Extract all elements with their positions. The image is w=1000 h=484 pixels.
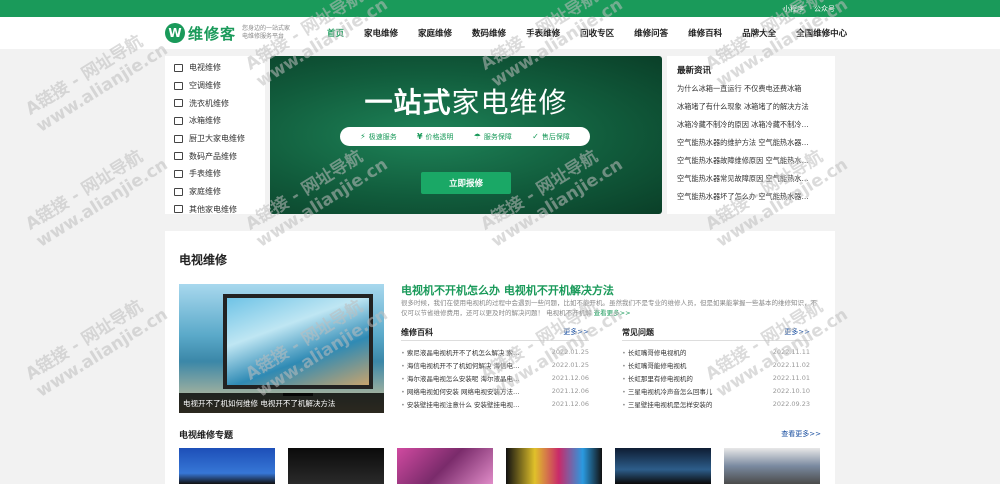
list-item[interactable]: 长虹嘴哥能修电视机2022.11.02	[622, 358, 810, 371]
shield-icon: ✓	[532, 132, 539, 141]
nav-qa[interactable]: 维修问答	[624, 27, 678, 39]
nav-home[interactable]: 首页	[317, 27, 354, 39]
wechat-official-link[interactable]: 公众号	[814, 4, 835, 14]
news-item[interactable]: 空气能热水器坏了怎么办 空气能热水器…	[677, 192, 825, 210]
other-icon	[174, 205, 183, 214]
digital-icon	[174, 152, 183, 161]
nav-digital-repair[interactable]: 数码维修	[462, 27, 516, 39]
category-panel: 电视维修 空调维修 洗衣机维修 冰箱维修 厨卫大家电维修 数码产品维修 手表维修…	[165, 56, 265, 214]
category-ac[interactable]: 空调维修	[174, 77, 265, 95]
article-title[interactable]: 电视机不开机怎么办 电视机不开机解决方法	[401, 282, 614, 298]
list-item[interactable]: 三星壁挂电视机是怎样安装的2022.09.23	[622, 397, 810, 410]
topic-thumbnail[interactable]	[288, 448, 384, 484]
tv-icon	[174, 63, 183, 72]
nav-appliance-repair[interactable]: 家电维修	[354, 27, 408, 39]
topic-thumbnail[interactable]	[615, 448, 711, 484]
hero: 电视维修 空调维修 洗衣机维修 冰箱维修 厨卫大家电维修 数码产品维修 手表维修…	[165, 56, 835, 214]
news-item[interactable]: 冰箱冷藏不制冷的原因 冰箱冷藏不制冷…	[677, 120, 825, 138]
topic-thumbnails	[179, 448, 820, 484]
faq-list-title: 常见问题	[622, 328, 654, 337]
category-other[interactable]: 其他家电维修	[174, 201, 265, 219]
wiki-more-link[interactable]: 更多>>	[563, 327, 589, 340]
news-item[interactable]: 空气能热水器的维护方法 空气能热水器…	[677, 138, 825, 156]
yen-icon: ¥	[416, 132, 423, 141]
kitchen-icon	[174, 134, 183, 143]
topic-more-link[interactable]: 查看更多>>	[781, 429, 821, 439]
wiki-list-title: 维修百科	[401, 328, 433, 337]
wiki-list: 维修百科 更多>> 索尼液晶电视机开不了机怎么解决 索…2022.01.25 海…	[401, 327, 589, 410]
banner-features: ⚡ 极速服务 ¥ 价格透明 ☂ 服务保障 ✓ 售后保障	[340, 127, 590, 146]
feature-caption[interactable]: 电视开不了机如何维修 电视开不了机解决方法	[179, 393, 384, 413]
category-washer[interactable]: 洗衣机维修	[174, 94, 265, 112]
list-item[interactable]: 海信电视机开不了机如何解决 海信电…2022.01.25	[401, 358, 589, 371]
air-conditioner-icon	[174, 81, 183, 90]
logo-slogan: 您身边的一站式家电维修服务平台	[242, 25, 291, 40]
nav-home-repair[interactable]: 家庭维修	[408, 27, 462, 39]
category-home[interactable]: 家庭维修	[174, 183, 265, 201]
fridge-icon	[174, 116, 183, 125]
category-fridge[interactable]: 冰箱维修	[174, 112, 265, 130]
category-digital[interactable]: 数码产品维修	[174, 147, 265, 165]
list-item[interactable]: 三星电视机冷声音怎么回事儿2022.10.10	[622, 384, 810, 397]
list-item[interactable]: 网络电视如何安装 网络电视安装方法…2021.12.06	[401, 384, 589, 397]
category-watch[interactable]: 手表维修	[174, 165, 265, 183]
nav-wiki[interactable]: 维修百科	[678, 27, 732, 39]
list-item[interactable]: 海尔液晶电视怎么安装呢 海尔液晶电…2021.12.06	[401, 371, 589, 384]
logo[interactable]: W 维修客 您身边的一站式家电维修服务平台	[165, 23, 317, 44]
washing-machine-icon	[174, 99, 183, 108]
list-item[interactable]: 索尼液晶电视机开不了机怎么解决 索…2022.01.25	[401, 345, 589, 358]
news-panel: 最新资讯 为什么冰箱一直运行 不仅费电还费冰箱 冰箱堵了有什么现象 冰箱堵了的解…	[667, 56, 835, 214]
news-item[interactable]: 空气能热水器常见故障原因 空气能热水…	[677, 174, 825, 192]
category-tv[interactable]: 电视维修	[174, 59, 265, 77]
watermark: A链接 - 网址导航 www.alianjie.cn	[22, 296, 172, 402]
feature-aftersale: ✓ 售后保障	[532, 132, 570, 141]
news-item[interactable]: 空气能热水器故障维修原因 空气能热水…	[677, 156, 825, 174]
faq-more-link[interactable]: 更多>>	[784, 327, 810, 340]
list-item[interactable]: 安装壁挂电视注意什么 安装壁挂电视…2021.12.06	[401, 397, 589, 410]
repair-now-button[interactable]: 立即报修	[421, 172, 511, 194]
logo-icon: W	[165, 23, 185, 43]
watermark: A链接 - 网址导航 www.alianjie.cn	[22, 146, 172, 252]
nav-brands[interactable]: 品牌大全	[732, 27, 786, 39]
list-item[interactable]: 长虹嘴哥修电视机的2022.11.11	[622, 345, 810, 358]
list-item[interactable]: 长虹那里有修电视机的2022.11.01	[622, 371, 810, 384]
topic-title: 电视维修专题	[179, 431, 234, 441]
nav-centers[interactable]: 全国维修中心	[786, 27, 857, 39]
miniprogram-link[interactable]: 小程序	[783, 4, 804, 14]
watch-icon	[174, 169, 183, 178]
news-item[interactable]: 冰箱堵了有什么现象 冰箱堵了的解决方法	[677, 102, 825, 120]
category-kitchen[interactable]: 厨卫大家电维修	[174, 130, 265, 148]
section-title: 电视维修	[179, 253, 228, 267]
logo-name: 维修客	[188, 24, 237, 43]
news-item[interactable]: 为什么冰箱一直运行 不仅费电还费冰箱	[677, 84, 825, 102]
article-desc: 很多时候，我们在使用电视机的过程中会遇到一些问题，比如不能开机。虽然我们不是专业…	[401, 299, 817, 317]
news-heading: 最新资讯	[677, 66, 712, 76]
lightning-icon: ⚡	[360, 132, 366, 141]
topic-thumbnail[interactable]	[397, 448, 493, 484]
home-icon	[174, 187, 183, 196]
umbrella-icon: ☂	[473, 132, 481, 141]
banner-title: 一站式家电维修	[364, 86, 568, 119]
faq-list: 常见问题 更多>> 长虹嘴哥修电视机的2022.11.11 长虹嘴哥能修电视机2…	[622, 327, 810, 410]
feature-image[interactable]: 电视开不了机如何维修 电视开不了机解决方法	[179, 284, 384, 413]
topic-thumbnail[interactable]	[506, 448, 602, 484]
nav-watch-repair[interactable]: 手表维修	[516, 27, 570, 39]
nav-recycle[interactable]: 回收专区	[570, 27, 624, 39]
top-bar: 小程序 公众号	[0, 0, 1000, 17]
feature-guarantee: ☂ 服务保障	[473, 132, 512, 141]
tv-image	[223, 294, 373, 389]
topic-thumbnail[interactable]	[179, 448, 275, 484]
hero-banner[interactable]: 一站式家电维修 ⚡ 极速服务 ¥ 价格透明 ☂ 服务保障 ✓ 售后保障 立即报修	[270, 56, 662, 214]
topic-thumbnail[interactable]	[724, 448, 820, 484]
feature-price: ¥ 价格透明	[416, 132, 454, 141]
main-nav: W 维修客 您身边的一站式家电维修服务平台 首页 家电维修 家庭维修 数码维修 …	[0, 17, 1000, 49]
article-more-link[interactable]: 查看更多>>	[594, 309, 631, 317]
feature-fast: ⚡ 极速服务	[360, 132, 397, 141]
tv-repair-section: 电视维修 电视开不了机如何维修 电视开不了机解决方法 电视机不开机怎么办 电视机…	[165, 231, 835, 484]
